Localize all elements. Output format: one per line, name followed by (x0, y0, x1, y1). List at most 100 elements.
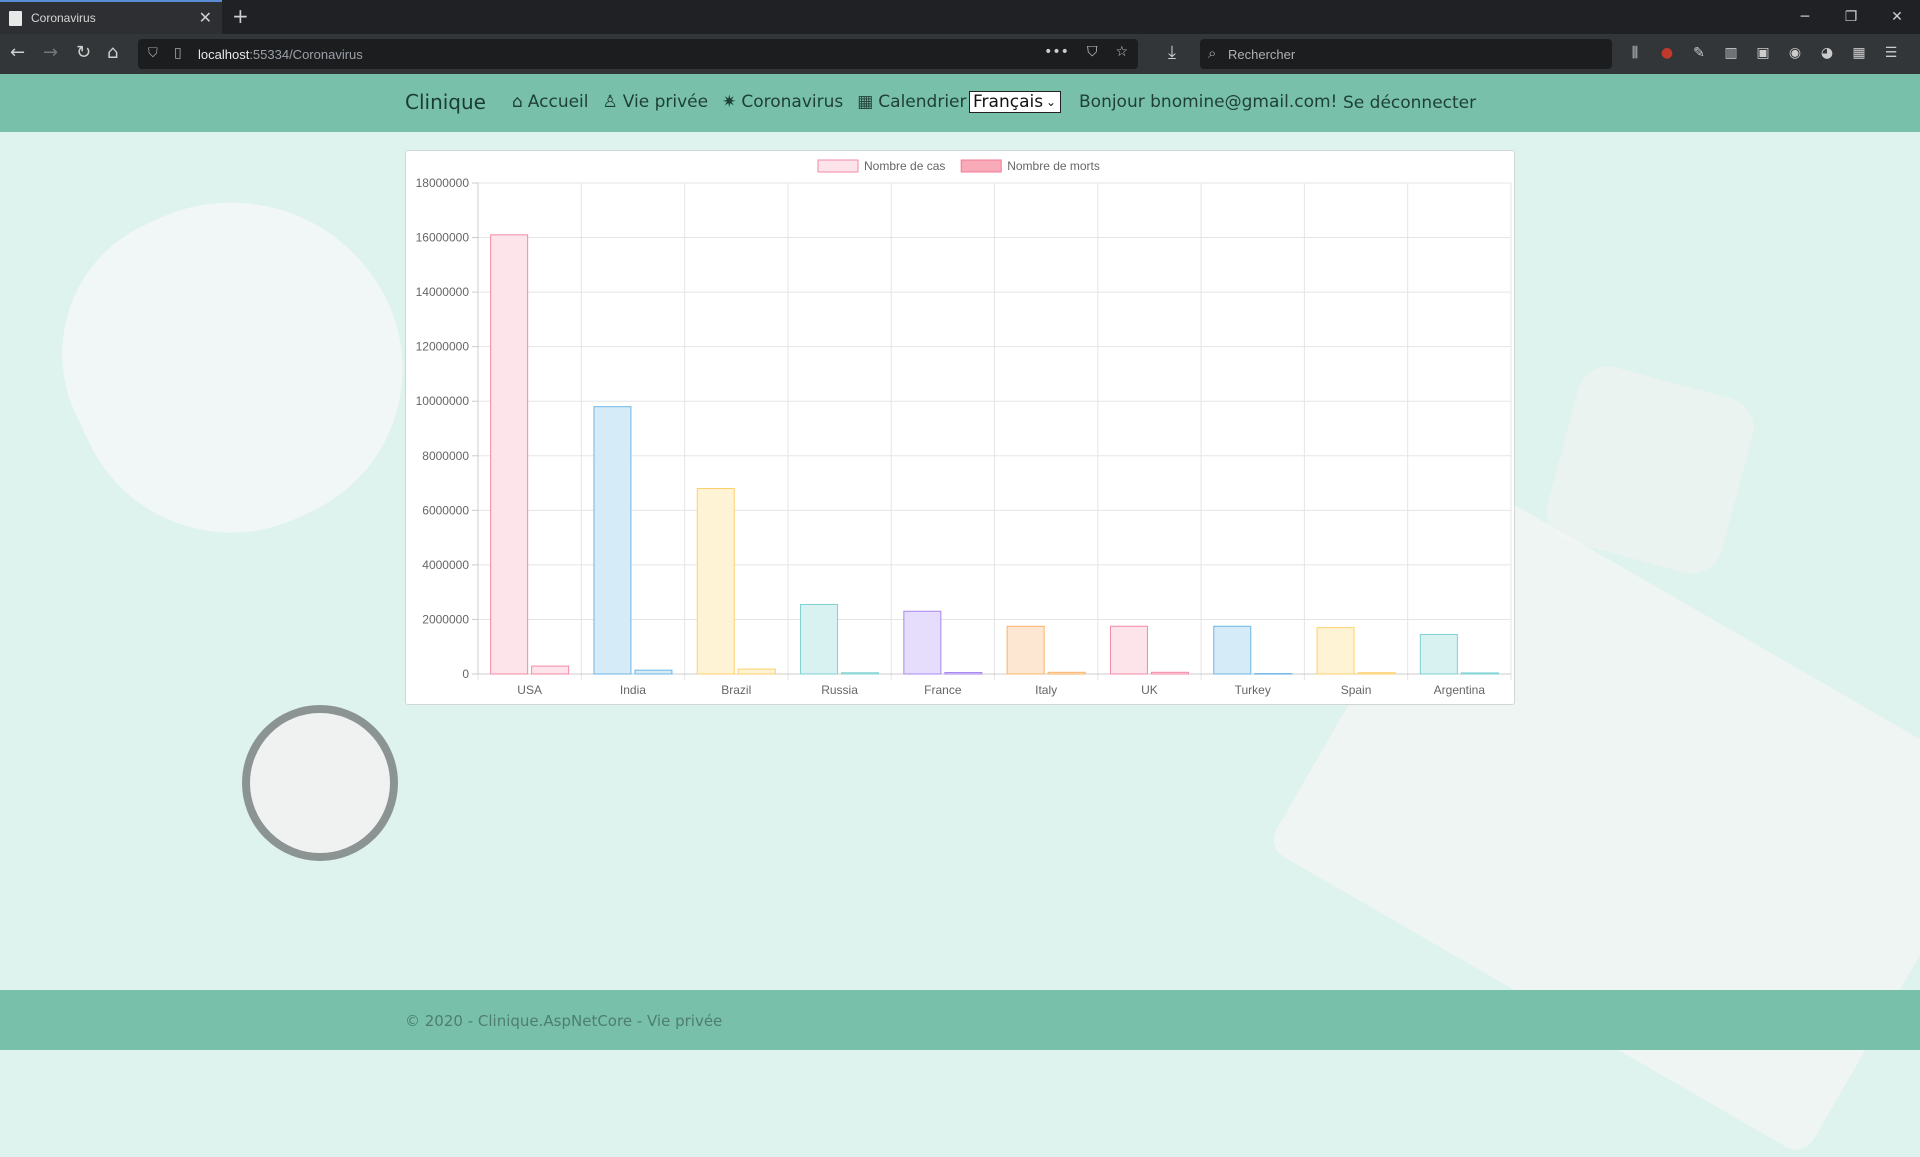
main-nav: ⌂ Accueil ♙ Vie privée ✷ Coronavirus ▦ C… (512, 92, 967, 112)
tab-title: Coronavirus (31, 11, 96, 25)
bar-cases (800, 603, 839, 675)
shield-icon[interactable]: ⛉ (148, 46, 158, 61)
download-icon[interactable]: ⤓ (1168, 42, 1176, 63)
x-tick-label: France (924, 683, 962, 697)
bar-deaths (944, 671, 983, 675)
y-tick-label: 8000000 (422, 449, 469, 463)
home-icon[interactable]: ⌂ (107, 42, 118, 63)
bar-deaths (841, 672, 880, 675)
chart-svg: Nombre de cas Nombre de morts 0 2000000 4000… (416, 159, 1512, 697)
background-stethoscope-image (242, 705, 398, 861)
y-tick-label: 0 (462, 667, 469, 681)
bar-deaths (737, 668, 776, 675)
nav-label: Vie privée (622, 92, 709, 112)
forward-icon[interactable]: → (43, 42, 58, 63)
back-icon[interactable]: ← (10, 42, 25, 63)
x-tick-label: India (620, 683, 646, 697)
bar-cases (1109, 625, 1148, 675)
url-bar[interactable]: ⛉ ▯ localhost:55334/Coronavirus ••• ⛉ ☆ (138, 39, 1138, 69)
bar-deaths (1150, 671, 1189, 675)
vpn-icon[interactable]: ◕ (1817, 44, 1837, 62)
user-icon: ♙ (602, 92, 618, 112)
bar-deaths (1047, 671, 1086, 675)
legend-swatch (960, 159, 1002, 173)
legend-label: Nombre de morts (1007, 159, 1100, 173)
window-controls: ─ ❐ ✕ (1782, 0, 1920, 34)
extension-icon[interactable]: ▦ (1849, 44, 1869, 62)
virus-icon: ✷ (722, 92, 737, 112)
site-header: Clinique ⌂ Accueil ♙ Vie privée ✷ Corona… (0, 74, 1920, 132)
language-select[interactable]: Français ⌄ (969, 91, 1061, 113)
page-favicon-icon (9, 11, 22, 26)
bar-deaths (634, 669, 673, 675)
sidebar-icon[interactable]: ▥ (1721, 44, 1741, 62)
home-icon: ⌂ (512, 92, 523, 112)
y-tick-label: 10000000 (416, 394, 470, 408)
extension-icon[interactable]: ▣ (1753, 44, 1773, 62)
y-tick-label: 12000000 (416, 340, 470, 354)
close-tab-icon[interactable]: ✕ (199, 8, 212, 27)
reload-icon[interactable]: ↻ (76, 42, 91, 63)
browser-tab[interactable]: Coronavirus ✕ (0, 0, 222, 34)
bar-cases (593, 406, 632, 675)
chart-card: Nombre de cas Nombre de morts 0 2000000 4000… (405, 150, 1515, 705)
x-tick-label: Turkey (1235, 683, 1271, 697)
legend-label: Nombre de cas (864, 159, 945, 173)
ublock-icon[interactable]: ● (1657, 44, 1677, 62)
minimize-icon[interactable]: ─ (1782, 0, 1828, 34)
browser-tabbar: Coronavirus ✕ + ─ ❐ ✕ (0, 0, 1920, 34)
bar-cases (696, 488, 735, 675)
menu-icon[interactable]: ☰ (1881, 44, 1901, 62)
language-value: Français (973, 92, 1044, 112)
bookmark-star-icon[interactable]: ☆ (1115, 44, 1128, 60)
x-tick-label: Russia (821, 683, 858, 697)
nav-label: Coronavirus (741, 92, 844, 112)
library-icon[interactable]: ⫼ (1625, 44, 1645, 62)
search-placeholder: Rechercher (1228, 47, 1296, 62)
bar-cases (1006, 625, 1045, 675)
extension-icon[interactable]: ✎ (1689, 44, 1709, 62)
y-tick-label: 2000000 (422, 612, 469, 626)
calendar-icon: ▦ (857, 92, 874, 112)
legend-swatch (817, 159, 859, 173)
nav-label: Accueil (527, 92, 589, 112)
bar-deaths (1254, 673, 1293, 675)
close-window-icon[interactable]: ✕ (1874, 0, 1920, 34)
bar-deaths (531, 665, 570, 675)
search-bar[interactable]: ⌕ Rechercher (1200, 39, 1612, 69)
browser-navbar: ← → ↻ ⌂ ⛉ ▯ localhost:55334/Coronavirus … (0, 34, 1920, 74)
bar-cases (1419, 633, 1458, 675)
bar-cases (1213, 625, 1252, 675)
bar-cases (1316, 627, 1355, 675)
logout-button[interactable]: Se déconnecter (1343, 93, 1476, 113)
page-info-icon[interactable]: ▯ (174, 45, 182, 61)
brand-link[interactable]: Clinique (405, 90, 486, 114)
toolbar-icons: ⫼ ● ✎ ▥ ▣ ◉ ◕ ▦ ☰ (1625, 44, 1901, 62)
x-tick-label: UK (1141, 683, 1158, 697)
url-text[interactable]: localhost:55334/Coronavirus (198, 47, 363, 62)
x-tick-label: Argentina (1434, 683, 1486, 697)
pocket-icon[interactable]: ⛉ (1087, 44, 1098, 60)
y-tick-label: 18000000 (416, 176, 470, 190)
search-icon: ⌕ (1208, 44, 1217, 62)
bar-cases (903, 610, 942, 675)
restore-icon[interactable]: ❐ (1828, 0, 1874, 34)
site-footer: © 2020 - Clinique.AspNetCore - Vie privé… (0, 990, 1920, 1050)
nav-vie-privee[interactable]: ♙ Vie privée (603, 92, 709, 112)
background-mouse-image (15, 145, 455, 585)
bar-cases (490, 234, 529, 675)
new-tab-icon[interactable]: + (232, 4, 249, 28)
nav-label: Calendrier (878, 92, 967, 112)
nav-coronavirus[interactable]: ✷ Coronavirus (722, 92, 843, 112)
account-icon[interactable]: ◉ (1785, 44, 1805, 62)
x-tick-label: Italy (1035, 683, 1057, 697)
nav-accueil[interactable]: ⌂ Accueil (512, 92, 589, 112)
x-tick-label: Spain (1341, 683, 1372, 697)
chevron-down-icon: ⌄ (1045, 95, 1056, 109)
nav-calendrier[interactable]: ▦ Calendrier (857, 92, 966, 112)
more-actions-icon[interactable]: ••• (1044, 44, 1069, 60)
user-greeting[interactable]: Bonjour bnomine@gmail.com! (1079, 92, 1337, 112)
x-tick-label: USA (517, 683, 542, 697)
y-tick-label: 16000000 (416, 231, 470, 245)
y-tick-label: 6000000 (422, 503, 469, 517)
